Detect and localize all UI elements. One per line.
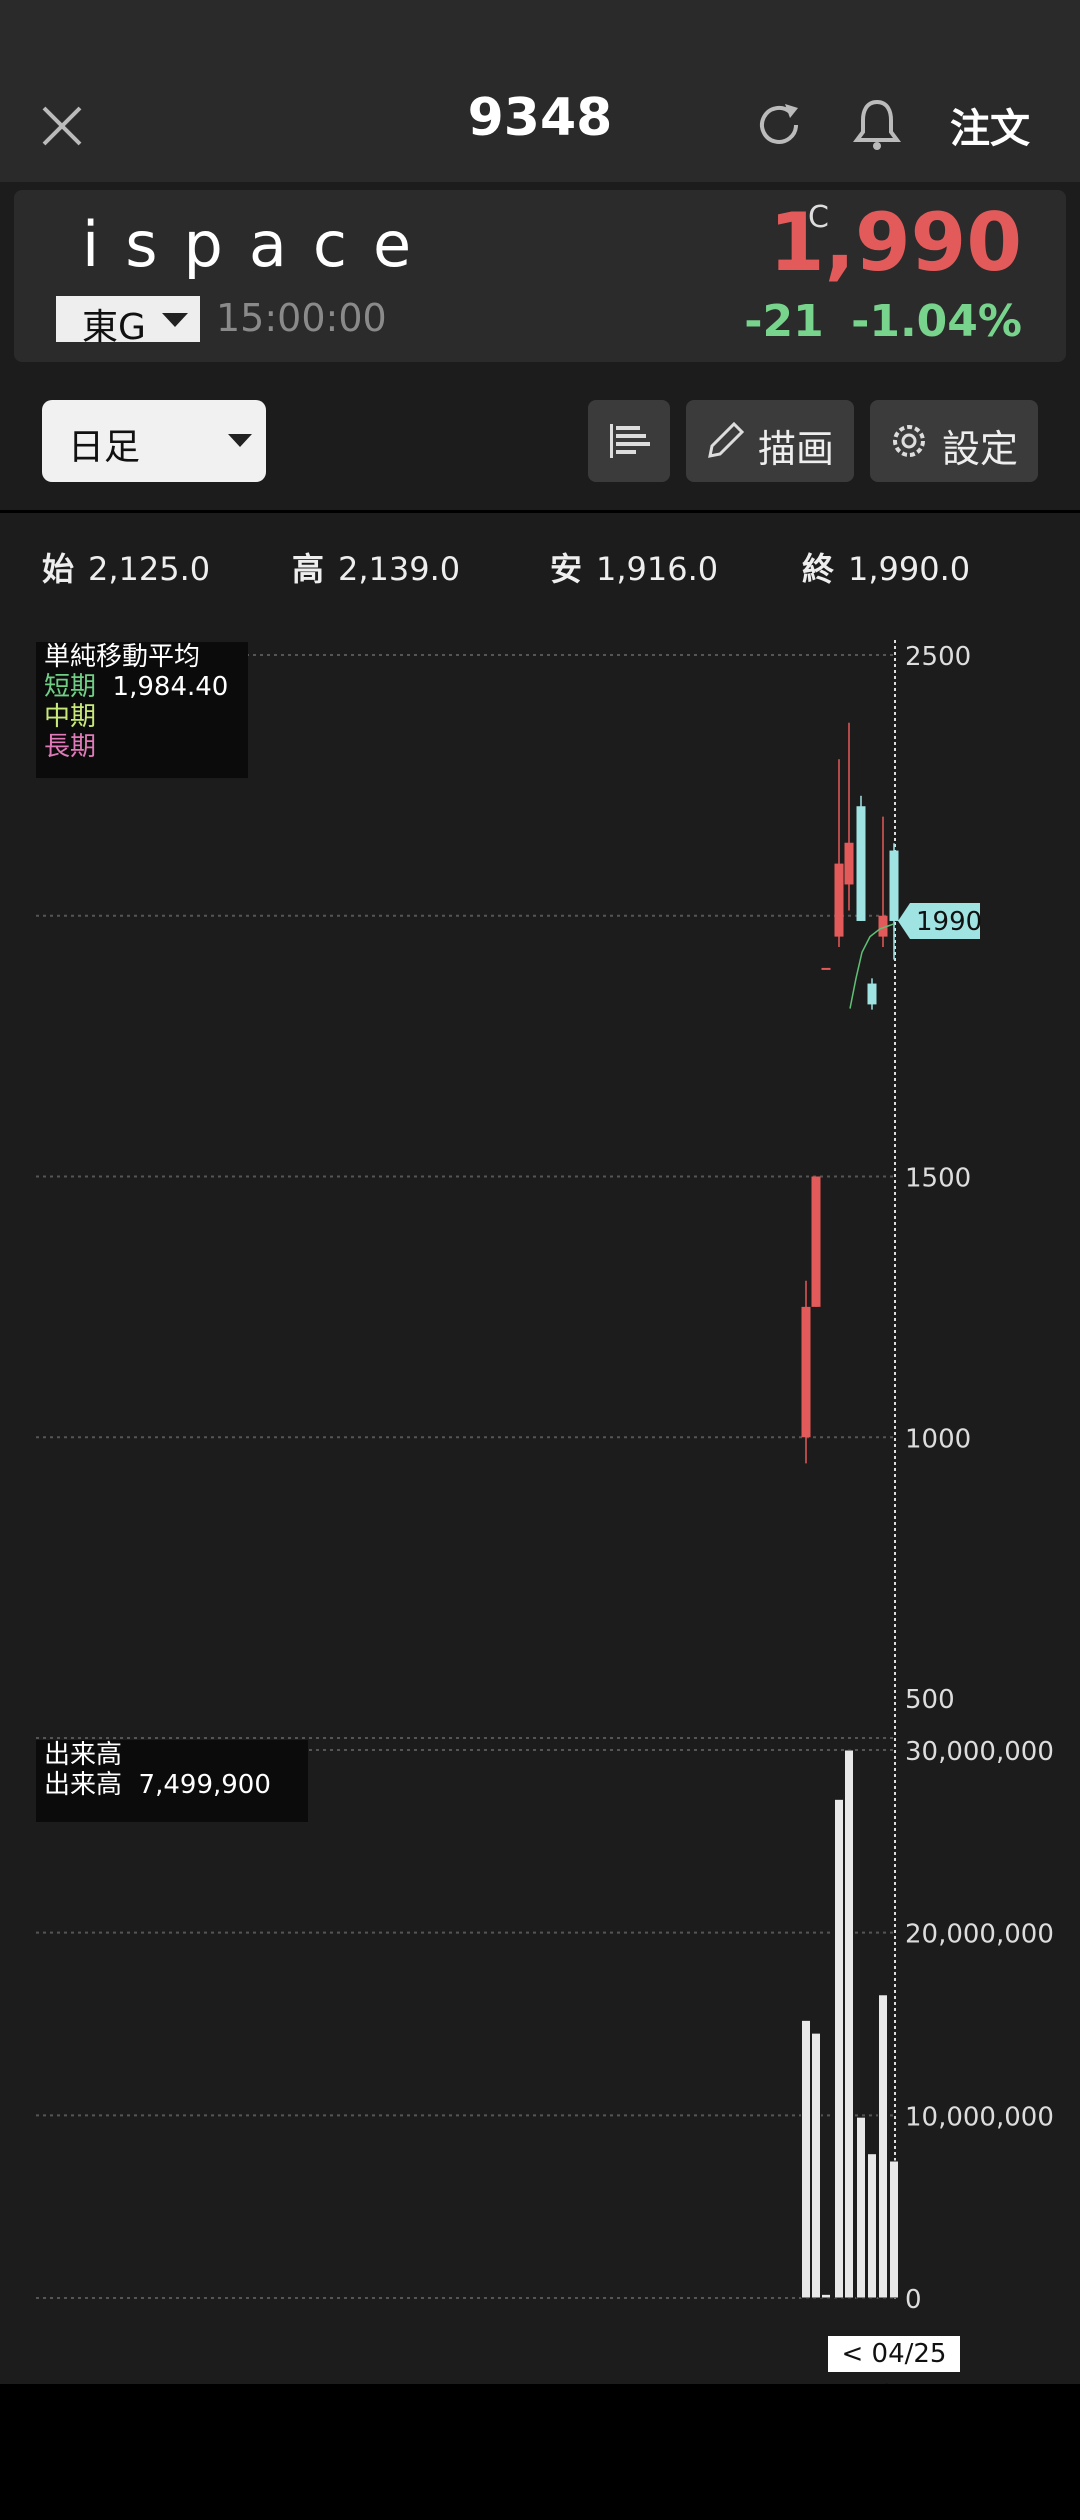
volume-legend: 出来高 出来高 7,499,900 (36, 1740, 308, 1822)
volume-bar (889, 2160, 899, 2299)
period-label: 日足 (68, 427, 141, 468)
refresh-icon[interactable] (752, 98, 806, 152)
settings-button[interactable]: 設定 (870, 400, 1038, 482)
volume-value: 7,499,900 (138, 1770, 271, 1800)
market-select-label: 東G (82, 307, 146, 348)
candle-body (821, 967, 831, 970)
chevron-down-icon (162, 313, 188, 327)
volume-bar (834, 1798, 844, 2299)
chart-type-button[interactable] (588, 400, 670, 482)
ohlc-open: 始 2,125.0 (42, 550, 211, 588)
price-tick-label: 1000 (905, 1424, 971, 1454)
volume-label: 出来高 (44, 1770, 123, 1800)
volume-bar (821, 2293, 831, 2299)
last-price-label: 1990 (916, 907, 982, 937)
pencil-icon (708, 421, 745, 458)
bell-icon[interactable] (850, 96, 904, 154)
candle-body (811, 1176, 821, 1307)
price-tick-label: 1500 (905, 1164, 971, 1194)
company-name: ispace (82, 208, 438, 281)
sma-mid-label: 中期 (44, 702, 97, 732)
volume-bar (801, 2019, 811, 2299)
candle-body (834, 863, 844, 937)
candle-body (801, 1306, 811, 1438)
candle-body (856, 806, 866, 921)
volume-tick-label: 0 (905, 2285, 922, 2315)
volume-bar (844, 1749, 854, 2299)
sma-short-label: 短期 (44, 672, 97, 702)
sma-title: 単純移動平均 (44, 642, 201, 672)
sma-long-label: 長期 (44, 732, 97, 762)
draw-button[interactable]: 描画 (686, 400, 854, 482)
chevron-down-icon (228, 434, 252, 447)
volume-bar (878, 1994, 888, 2299)
volume-tick-label: 30,000,000 (905, 1737, 1054, 1767)
gear-icon (893, 425, 925, 457)
volume-title: 出来高 (44, 1740, 123, 1770)
price-tick-label: 2500 (905, 642, 971, 672)
divider (0, 510, 1080, 513)
market-select[interactable]: 東G (56, 296, 200, 348)
candle-body (844, 842, 854, 885)
bar-list-icon (610, 424, 650, 458)
price-chart[interactable]: 2500 1500 1000 500 30,000,000 20,000,000 10,00… (0, 600, 1080, 2380)
current-price: 1,990 (768, 196, 1022, 289)
sma-legend: 単純移動平均 短期 1,984.40 中期 長期 (36, 642, 248, 778)
quote-time: 15:00:00 (216, 296, 387, 340)
candle-body (867, 983, 877, 1005)
sma-short-value: 1,984.40 (112, 672, 229, 702)
bottom-bar (0, 2384, 1080, 2520)
date-navigator[interactable]: < 04/25 > (828, 2336, 960, 2405)
candle-body (889, 850, 899, 921)
ohlc-high: 高 2,139.0 (292, 550, 461, 588)
volume-bar (867, 2153, 877, 2299)
volume-tick-label: 10,000,000 (905, 2102, 1054, 2132)
order-button[interactable]: 注文 (950, 96, 1030, 154)
price-change: -21 -1.04% (744, 296, 1022, 347)
ohlc-low: 安 1,916.0 (550, 550, 719, 588)
ohlc-close: 終 1,990.0 (802, 550, 971, 588)
volume-bar (856, 2116, 866, 2299)
price-tick-label: 500 (905, 1685, 955, 1715)
draw-label: 描画 (758, 427, 835, 471)
period-select[interactable]: 日足 (42, 400, 266, 482)
volume-bar (811, 2032, 821, 2299)
settings-label: 設定 (942, 427, 1019, 471)
volume-tick-label: 20,000,000 (905, 1920, 1054, 1950)
ticker-title: 9348 (467, 88, 613, 148)
